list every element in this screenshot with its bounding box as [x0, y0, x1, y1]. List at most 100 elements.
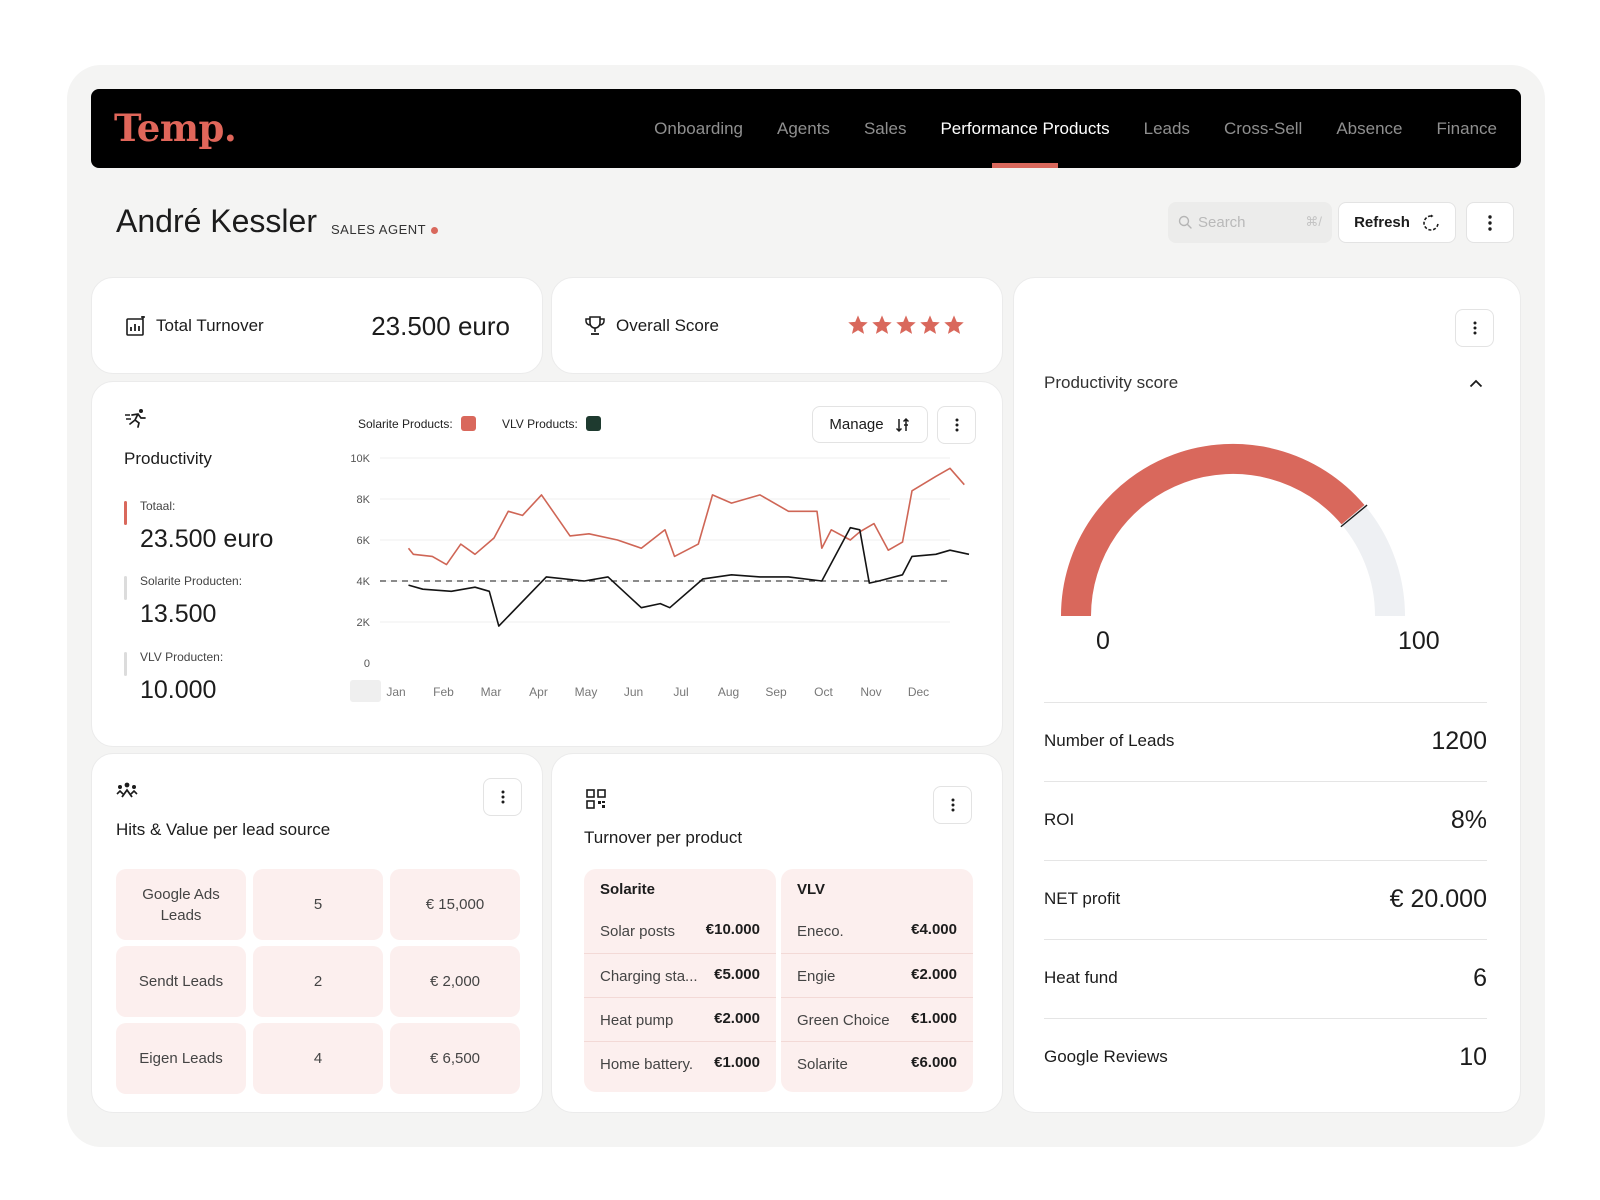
lead-source-menu-button[interactable]	[483, 778, 522, 816]
y-tick-label: 10K	[350, 453, 370, 465]
chevron-up-icon[interactable]	[1469, 379, 1483, 388]
vlv-indicator	[124, 652, 127, 676]
nav-performance-products[interactable]: Performance Products	[940, 89, 1110, 168]
product-name: Heat pump	[600, 1012, 674, 1029]
metric-label: Number of Leads	[1044, 731, 1175, 750]
solarite-label: Solarite Producten:	[140, 574, 243, 588]
product-group-title: VLV	[797, 881, 826, 898]
series-line-solarite-products	[407, 467, 965, 566]
star-icon	[920, 315, 940, 334]
metric-row-net-profit: NET profit € 20.000	[1044, 860, 1487, 939]
lead-source-title: Hits & Value per lead source	[116, 820, 331, 839]
product-name: Eneco.	[797, 923, 844, 940]
metric-value: 1200	[1431, 727, 1487, 755]
refresh-label: Refresh	[1354, 214, 1410, 231]
turnover-product-title: Turnover per product	[584, 828, 743, 847]
nav-sales[interactable]: Sales	[864, 89, 907, 168]
legend-vlv: VLV Products:	[502, 416, 601, 431]
x-tick-label: Oct	[814, 685, 833, 699]
manage-button[interactable]: Manage	[812, 406, 928, 443]
product-group-solarite: Solarite Solar posts €10.000 Charging st…	[584, 869, 776, 1092]
page-title: André Kessler	[116, 203, 317, 239]
solarite-value: 13.500	[140, 600, 217, 628]
lead-source-hits: 5	[253, 869, 383, 940]
gauge-max-label: 100	[1398, 627, 1440, 655]
metric-value: 10	[1459, 1043, 1487, 1071]
lead-source-value: € 2,000	[390, 946, 520, 1017]
lead-source-name: Eigen Leads	[116, 1023, 246, 1094]
product-row: Heat pump €2.000	[584, 997, 776, 1041]
nav-finance[interactable]: Finance	[1437, 89, 1497, 168]
star-icon	[872, 315, 892, 334]
total-turnover-label: Total Turnover	[156, 316, 264, 335]
nav-agents[interactable]: Agents	[777, 89, 830, 168]
star-icon	[896, 315, 916, 334]
total-indicator	[124, 501, 127, 525]
lead-source-value: € 6,500	[390, 1023, 520, 1094]
product-row: Home battery. €1.000	[584, 1041, 776, 1085]
productivity-score-title: Productivity score	[1044, 373, 1179, 392]
metric-row-google-reviews: Google Reviews 10	[1044, 1018, 1487, 1097]
metric-value: 8%	[1450, 806, 1487, 834]
metric-label: NET profit	[1044, 889, 1121, 908]
vlv-label: VLV Producten:	[140, 650, 224, 664]
refresh-button[interactable]: Refresh	[1338, 202, 1456, 243]
sort-icon	[895, 417, 909, 432]
overall-score-label: Overall Score	[616, 316, 719, 335]
search-input[interactable]	[1198, 210, 1296, 235]
running-icon	[125, 409, 146, 428]
solarite-indicator	[124, 576, 127, 600]
more-vertical-icon	[1488, 214, 1492, 231]
metric-row-heat-fund: Heat fund 6	[1044, 939, 1487, 1018]
productivity-title: Productivity	[124, 449, 212, 468]
lead-source-card: Hits & Value per lead source Google Ads …	[91, 753, 543, 1113]
more-options-button[interactable]	[1466, 202, 1514, 243]
x-tick-label: Dec	[908, 685, 929, 699]
legend-solarite-swatch	[460, 416, 476, 431]
user-role-badge: SALES AGENT	[331, 222, 439, 237]
trophy-icon	[585, 316, 605, 335]
total-value: 23.500 euro	[140, 525, 274, 553]
metric-row-leads: Number of Leads 1200	[1044, 702, 1487, 781]
lead-source-value: € 15,000	[390, 869, 520, 940]
product-value: €4.000	[911, 921, 957, 938]
manage-label: Manage	[829, 416, 884, 433]
user-role-label: SALES AGENT	[331, 222, 427, 237]
y-tick-label: 0	[364, 658, 370, 670]
nav-onboarding[interactable]: Onboarding	[654, 89, 743, 168]
product-group-vlv: VLV Eneco. €4.000 Engie €2.000 Green Cho…	[781, 869, 973, 1092]
nav-leads[interactable]: Leads	[1144, 89, 1190, 168]
lead-source-name: Sendt Leads	[116, 946, 246, 1017]
legend-solarite-label: Solarite Products:	[358, 416, 453, 431]
lead-source-hits: 2	[253, 946, 383, 1017]
product-name: Solar posts	[600, 923, 676, 940]
product-name: Green Choice	[797, 1012, 890, 1029]
search-box[interactable]: ⌘/	[1168, 202, 1332, 243]
lead-source-hits: 4	[253, 1023, 383, 1094]
product-name: Engie	[797, 968, 836, 985]
nav-items: Onboarding Agents Sales Performance Prod…	[620, 89, 1497, 168]
x-tick-label: Apr	[529, 685, 548, 699]
chart-icon	[126, 316, 145, 336]
product-name: Home battery.	[600, 1056, 694, 1073]
nav-absence[interactable]: Absence	[1336, 89, 1402, 168]
product-name: Solarite	[797, 1056, 848, 1073]
logo[interactable]: Temp.	[114, 106, 237, 150]
x-axis-scroll-handle[interactable]	[350, 680, 381, 702]
product-value: €2.000	[911, 966, 957, 983]
star-icon	[848, 315, 868, 334]
metric-value: 6	[1473, 964, 1487, 992]
refresh-icon	[1423, 214, 1439, 231]
nav-cross-sell[interactable]: Cross-Sell	[1224, 89, 1302, 168]
gauge-min-label: 0	[1096, 627, 1110, 655]
product-value: €2.000	[714, 1010, 760, 1027]
product-name: Charging sta...	[600, 968, 698, 985]
total-turnover-card: Total Turnover 23.500 euro	[91, 277, 543, 374]
x-tick-label: Sep	[765, 685, 787, 699]
y-tick-label: 6K	[357, 535, 371, 547]
productivity-score-menu-button[interactable]	[1455, 309, 1494, 347]
x-tick-label: Nov	[860, 685, 881, 699]
productivity-menu-button[interactable]	[937, 406, 976, 444]
legend-solarite: Solarite Products:	[358, 416, 476, 431]
turnover-product-menu-button[interactable]	[933, 786, 972, 824]
